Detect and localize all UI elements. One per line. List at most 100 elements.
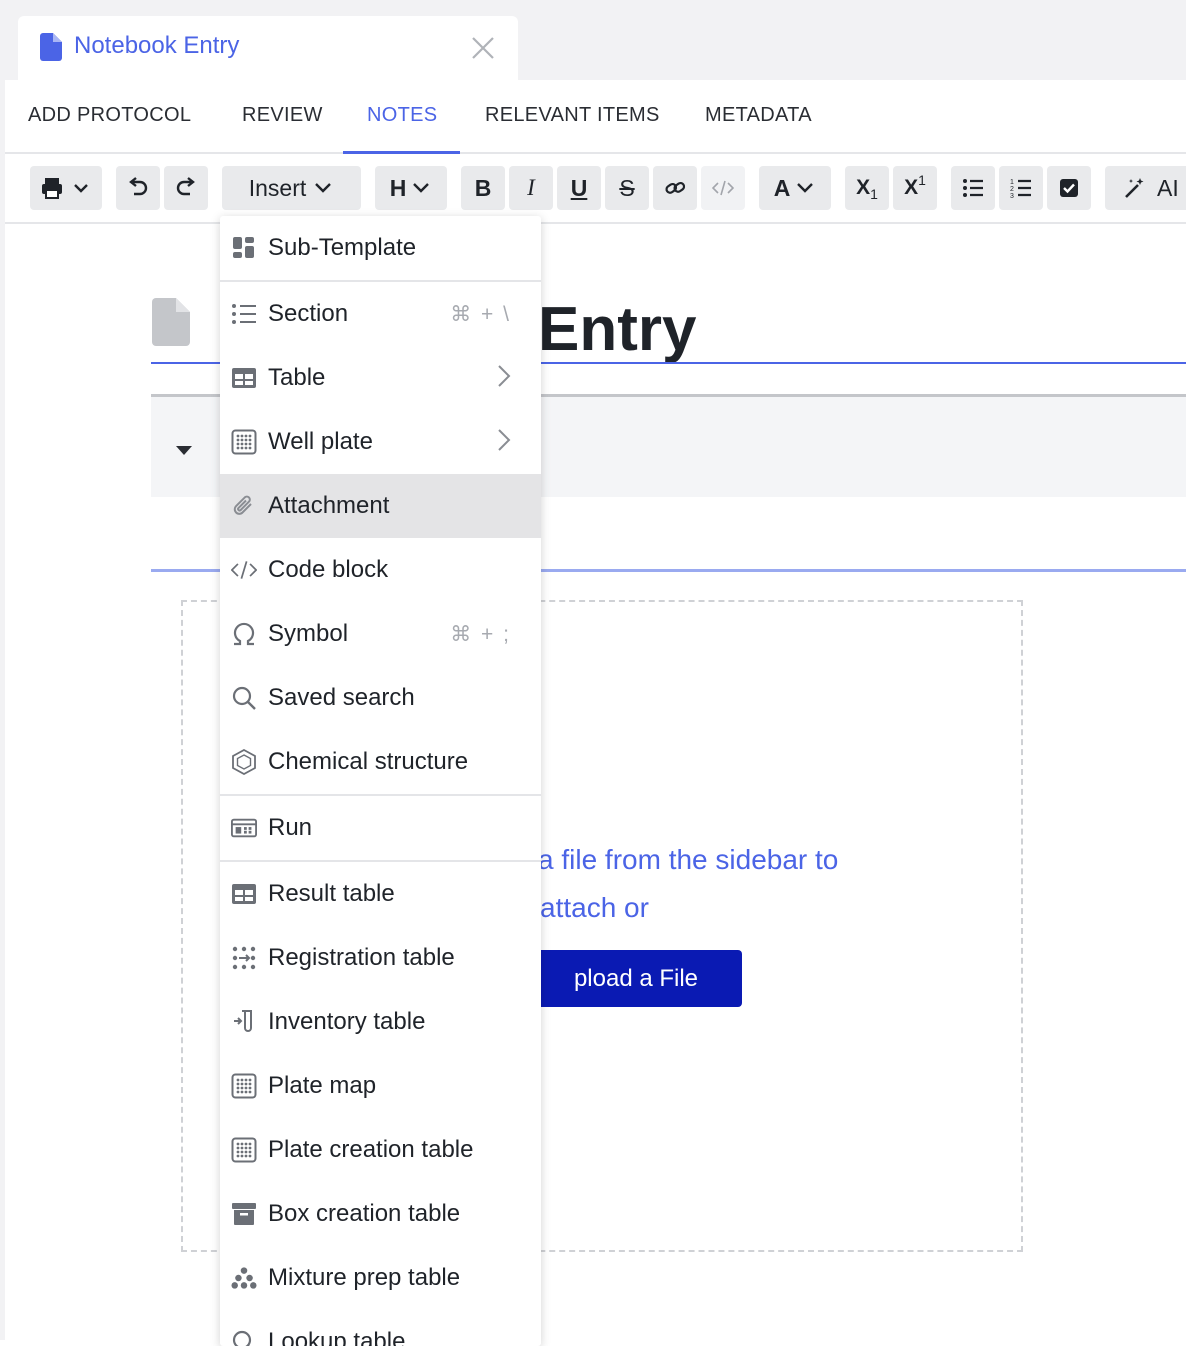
insert-dropdown[interactable]: Insert — [222, 166, 361, 210]
close-icon[interactable] — [471, 36, 495, 65]
tab-review[interactable]: REVIEW — [242, 104, 323, 127]
chevron-down-icon — [797, 183, 814, 193]
numbered-list-button[interactable]: 123 — [999, 166, 1043, 210]
undo-icon — [129, 177, 148, 196]
text-color-label: A — [773, 174, 791, 201]
heading-label: H — [389, 174, 407, 201]
menu-item-label: Registration table — [268, 944, 455, 971]
bulleted-list-icon — [963, 179, 983, 197]
undo-button[interactable] — [116, 166, 160, 210]
menu-item-saved-search[interactable]: Saved search — [220, 666, 541, 730]
menu-item-label: Table — [268, 364, 326, 391]
subscript-button[interactable]: X1 — [845, 166, 889, 210]
menu-item-label: Code block — [268, 556, 389, 583]
upload-file-label: pload a File — [573, 964, 699, 992]
menu-item-chemical-structure[interactable]: Chemical structure — [220, 730, 541, 794]
tab-notes[interactable]: NOTES — [367, 104, 437, 127]
menu-item-label: Well plate — [268, 428, 373, 455]
chevron-right-icon — [497, 364, 511, 393]
strikethrough-button[interactable]: S — [605, 166, 649, 210]
page-icon — [152, 298, 190, 351]
menu-item-plate-map[interactable]: Plate map — [220, 1054, 541, 1118]
tab-add-protocol[interactable]: ADD PROTOCOL — [28, 104, 191, 127]
menu-item-label: Inventory table — [268, 1008, 426, 1035]
search-icon — [231, 1329, 257, 1346]
menu-item-result-table[interactable]: Result table — [220, 862, 541, 926]
menu-item-sub-template[interactable]: Sub-Template — [220, 216, 541, 280]
mixture-icon — [231, 1265, 257, 1291]
menu-item-inventory-table[interactable]: Inventory table — [220, 990, 541, 1054]
menu-item-label: Plate creation table — [268, 1136, 474, 1163]
menu-item-label: Chemical structure — [268, 748, 469, 775]
hexagon-icon — [231, 749, 257, 775]
shortcut-hint: ⌘ + ; — [450, 622, 511, 646]
chevron-down-icon — [413, 183, 430, 193]
well-plate-icon — [231, 429, 257, 455]
table-icon — [231, 881, 257, 907]
print-button[interactable] — [30, 166, 102, 210]
shortcut-hint: ⌘ + \ — [450, 302, 511, 326]
menu-item-label: Run — [268, 814, 313, 841]
bold-label: B — [474, 174, 492, 201]
subtemplate-icon — [231, 235, 257, 261]
heading-dropdown[interactable]: H — [375, 166, 447, 210]
svg-text:3: 3 — [1010, 193, 1014, 198]
svg-text:2: 2 — [1010, 186, 1014, 193]
menu-item-run[interactable]: Run — [220, 796, 541, 860]
numbered-list-icon: 123 — [1010, 179, 1031, 198]
tab-relevant-items[interactable]: RELEVANT ITEMS — [485, 104, 660, 127]
menu-item-label: Sub-Template — [268, 234, 417, 261]
menu-item-label: Saved search — [268, 684, 415, 711]
underline-button[interactable]: U — [557, 166, 601, 210]
magic-wand-icon — [1125, 178, 1144, 198]
strike-label: S — [619, 174, 635, 201]
subscript-mark: 1 — [870, 186, 878, 202]
menu-item-symbol[interactable]: Symbol ⌘ + ; — [220, 602, 541, 666]
table-icon — [231, 365, 257, 391]
menu-item-well-plate[interactable]: Well plate — [220, 410, 541, 474]
menu-item-label: Lookup table — [268, 1328, 406, 1346]
omega-icon — [231, 621, 257, 647]
run-icon — [231, 815, 257, 841]
entry-subnav: ADD PROTOCOL REVIEW NOTES RELEVANT ITEMS… — [5, 80, 1186, 154]
menu-item-section[interactable]: Section ⌘ + \ — [220, 282, 541, 346]
menu-item-table[interactable]: Table — [220, 346, 541, 410]
menu-item-label: Plate map — [268, 1072, 377, 1099]
insert-menu: Sub-Template Section ⌘ + \ Table Well pl… — [220, 216, 541, 1346]
menu-item-plate-creation-table[interactable]: Plate creation table — [220, 1118, 541, 1182]
menu-item-registration-table[interactable]: Registration table — [220, 926, 541, 990]
text-color-dropdown[interactable]: A — [759, 166, 831, 210]
box-icon — [231, 1201, 257, 1227]
inventory-icon — [231, 1009, 257, 1035]
print-icon — [42, 178, 88, 199]
caret-down-icon[interactable] — [175, 443, 193, 461]
paperclip-icon — [231, 493, 257, 519]
list-icon — [231, 301, 257, 327]
bulleted-list-button[interactable] — [951, 166, 995, 210]
redo-button[interactable] — [164, 166, 208, 210]
bold-button[interactable]: B — [461, 166, 505, 210]
menu-item-label: Box creation table — [268, 1200, 461, 1227]
menu-item-code-block[interactable]: Code block — [220, 538, 541, 602]
ai-button[interactable]: AI — [1105, 166, 1186, 210]
superscript-mark: 1 — [918, 172, 926, 188]
superscript-button[interactable]: X1 — [893, 166, 937, 210]
ai-label: AI — [1157, 174, 1179, 201]
inline-code-button[interactable] — [701, 166, 745, 210]
checklist-button[interactable] — [1047, 166, 1091, 210]
italic-button[interactable]: I — [509, 166, 553, 210]
tab-strip: Notebook Entry — [0, 0, 1186, 82]
menu-item-lookup-table[interactable]: Lookup table — [220, 1310, 541, 1346]
well-plate-icon — [231, 1073, 257, 1099]
chevron-right-icon — [497, 428, 511, 457]
menu-item-box-creation-table[interactable]: Box creation table — [220, 1182, 541, 1246]
menu-item-mixture-prep-table[interactable]: Mixture prep table — [220, 1246, 541, 1310]
menu-item-label: Result table — [268, 880, 395, 907]
notebook-entry-tab[interactable]: Notebook Entry — [18, 16, 518, 82]
well-plate-icon — [231, 1137, 257, 1163]
menu-item-attachment[interactable]: Attachment — [220, 474, 541, 538]
tab-title: Notebook Entry — [74, 32, 240, 59]
link-button[interactable] — [653, 166, 697, 210]
tab-metadata[interactable]: METADATA — [705, 104, 812, 127]
search-icon — [231, 685, 257, 711]
